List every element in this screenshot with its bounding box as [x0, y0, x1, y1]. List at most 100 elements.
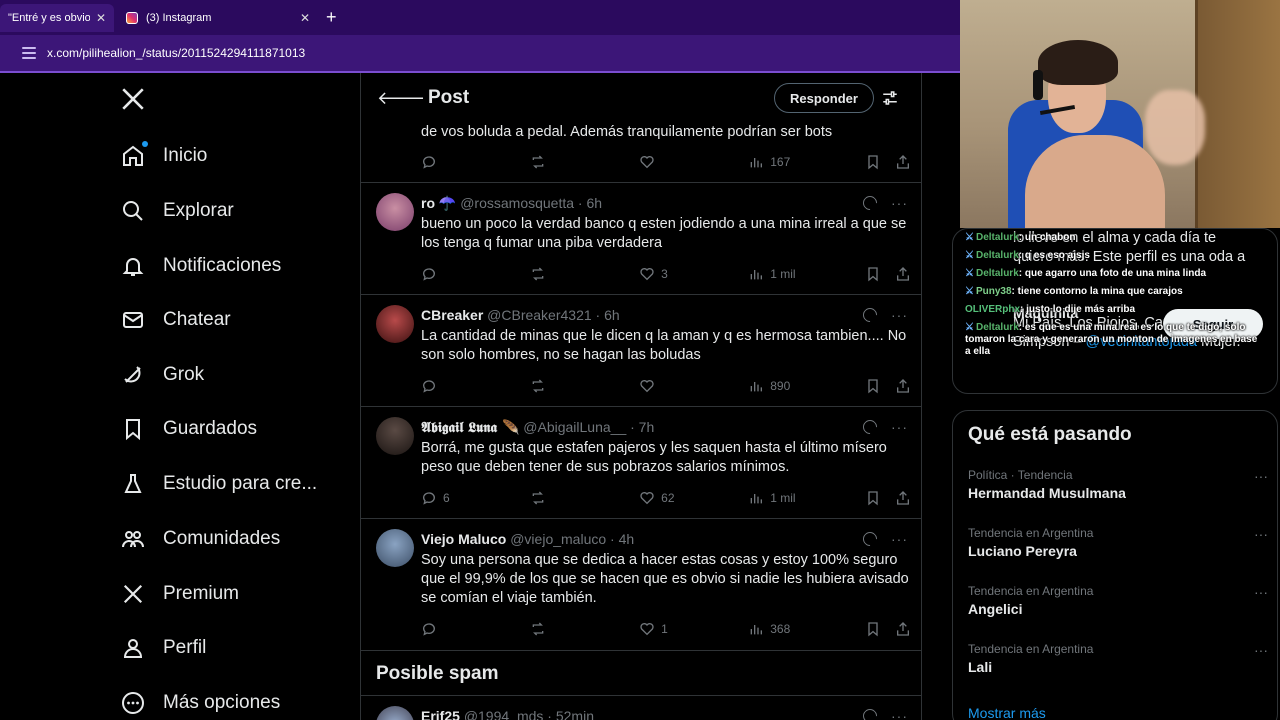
trend-item[interactable]: Política · Tendencia Hermandad Musulmana…	[968, 468, 1268, 501]
sword-badge-icon: ⚔	[965, 250, 974, 261]
spam-tweet[interactable]: Erif25 @1994_mds · 52min ···	[361, 695, 921, 720]
chat-user: OLIVERphx	[965, 304, 1021, 315]
bookmark-icon[interactable]	[865, 154, 895, 170]
like-icon[interactable]	[639, 154, 748, 170]
share-icon[interactable]	[895, 266, 911, 282]
views-icon[interactable]: 368	[748, 621, 865, 637]
more-icon[interactable]: ···	[891, 708, 908, 720]
x-logo-icon[interactable]	[120, 86, 146, 112]
grok-icon[interactable]	[860, 193, 880, 213]
tweet[interactable]: 𝕬𝖇𝖎𝖌𝖆𝖎𝖑 𝕷𝖚𝖓𝖆 🪶 @AbigailLuna__ · 7h ··· B…	[361, 407, 921, 519]
author-name[interactable]: 𝕬𝖇𝖎𝖌𝖆𝖎𝖑 𝕷𝖚𝖓𝖆 🪶	[421, 420, 519, 436]
views-icon[interactable]: 890	[748, 378, 865, 394]
tab-instagram[interactable]: (3) Instagram ✕	[118, 4, 318, 32]
reply-icon[interactable]	[421, 154, 530, 170]
nav-item-premium[interactable]: Premium	[120, 574, 239, 614]
new-tab-button[interactable]: +	[326, 7, 337, 28]
nav-item-grok[interactable]: Grok	[120, 355, 204, 395]
tweet[interactable]: ro ☂️ @rossamosquetta · 6h ··· bueno un …	[361, 183, 921, 295]
nav-item-guardados[interactable]: Guardados	[120, 409, 257, 449]
views-icon[interactable]: 1 mil	[748, 490, 865, 506]
settings-sliders-icon[interactable]	[881, 89, 899, 107]
streamer-hair	[1038, 40, 1118, 85]
tab-title: (3) Instagram	[146, 12, 212, 24]
reply-icon[interactable]	[421, 378, 530, 394]
retweet-icon[interactable]	[530, 621, 639, 637]
reply-icon[interactable]	[421, 266, 530, 282]
nav-item-inicio[interactable]: Inicio	[120, 136, 207, 176]
avatar[interactable]	[376, 193, 414, 231]
trend-item[interactable]: Tendencia en Argentina Angelici ···	[968, 584, 1268, 617]
nav-item-mas-opciones[interactable]: Más opciones	[120, 683, 280, 720]
chat-message: OLIVERphx: justo lo dije más arriba	[965, 304, 1136, 315]
more-icon[interactable]: ···	[891, 307, 908, 323]
tweet-text: bueno un poco la verdad banco q esten jo…	[421, 216, 907, 251]
nav-item-notificaciones[interactable]: Notificaciones	[120, 246, 281, 286]
grok-icon	[120, 362, 146, 388]
share-icon[interactable]	[895, 154, 911, 170]
like-icon[interactable]: 3	[639, 266, 748, 282]
author-name[interactable]: CBreaker	[421, 307, 483, 323]
share-icon[interactable]	[895, 490, 911, 506]
more-icon[interactable]: ···	[1254, 468, 1268, 484]
site-settings-icon[interactable]	[22, 47, 36, 59]
sword-badge-icon: ⚔	[965, 268, 974, 279]
avatar[interactable]	[376, 706, 414, 720]
bookmark-icon[interactable]	[865, 266, 895, 282]
retweet-icon[interactable]	[530, 378, 639, 394]
grok-icon[interactable]	[860, 706, 880, 720]
bookmark-icon[interactable]	[865, 490, 895, 506]
reply-icon[interactable]	[421, 621, 530, 637]
author-name[interactable]: Viejo Maluco	[421, 531, 506, 547]
more-icon[interactable]: ···	[1254, 526, 1268, 542]
trend-item[interactable]: Tendencia en Argentina Lali ···	[968, 642, 1268, 675]
more-icon[interactable]: ···	[891, 195, 908, 211]
more-icon[interactable]: ···	[891, 419, 908, 435]
trend-item[interactable]: Tendencia en Argentina Luciano Pereyra ·…	[968, 526, 1268, 559]
nav-item-estudio[interactable]: Estudio para cre...	[120, 464, 317, 504]
tweet[interactable]: CBreaker @CBreaker4321 · 6h ··· La canti…	[361, 295, 921, 407]
grok-icon[interactable]	[860, 417, 880, 437]
like-icon[interactable]: 1	[639, 621, 748, 637]
views-icon[interactable]: 167	[748, 154, 865, 170]
url-field[interactable]: x.com/pilihealion_/status/20115242941118…	[47, 46, 305, 60]
notification-dot	[142, 141, 148, 147]
like-icon[interactable]: 62	[639, 490, 748, 506]
close-tab-icon[interactable]: ✕	[96, 11, 106, 25]
back-arrow-icon[interactable]: 🡐	[377, 88, 425, 109]
grok-icon[interactable]	[860, 305, 880, 325]
retweet-icon[interactable]	[530, 154, 639, 170]
profile-icon	[120, 635, 146, 661]
avatar[interactable]	[376, 529, 414, 567]
tweet[interactable]: Viejo Maluco @viejo_maluco · 4h ··· Soy …	[361, 519, 921, 651]
author-name[interactable]: ro ☂️	[421, 195, 456, 211]
nav-item-explorar[interactable]: Explorar	[120, 191, 234, 231]
avatar[interactable]	[376, 305, 414, 343]
reply-icon[interactable]: 6	[421, 490, 530, 506]
share-icon[interactable]	[895, 378, 911, 394]
avatar[interactable]	[376, 417, 414, 455]
like-icon[interactable]	[639, 378, 748, 394]
tab-active[interactable]: "Entré y es obvio q ✕	[0, 4, 114, 32]
nav-item-comunidades[interactable]: Comunidades	[120, 519, 280, 559]
more-icon[interactable]: ···	[1254, 642, 1268, 658]
retweet-icon[interactable]	[530, 490, 639, 506]
close-tab-icon[interactable]: ✕	[300, 11, 310, 25]
author-name[interactable]: Erif25	[421, 708, 460, 720]
more-icon[interactable]: ···	[891, 531, 908, 547]
chat-text: justo lo dije más arriba	[1026, 304, 1136, 315]
bookmark-icon[interactable]	[865, 621, 895, 637]
show-more-link[interactable]: Mostrar más	[968, 705, 1046, 720]
nav-item-perfil[interactable]: Perfil	[120, 628, 206, 668]
views-icon[interactable]: 1 mil	[748, 266, 865, 282]
nav-item-chatear[interactable]: Chatear	[120, 300, 231, 340]
bookmark-icon[interactable]	[865, 378, 895, 394]
retweet-icon[interactable]	[530, 266, 639, 282]
more-icon[interactable]: ···	[1254, 584, 1268, 600]
share-icon[interactable]	[895, 621, 911, 637]
post-thread: 🡐 Post Responder de vos boluda a pedal. …	[360, 73, 922, 720]
tweet-actions: 6 62 1 mil	[421, 489, 911, 507]
reply-button[interactable]: Responder	[774, 83, 874, 113]
grok-icon[interactable]	[860, 529, 880, 549]
chat-text: que agarro una foto de una mina linda	[1024, 268, 1207, 279]
